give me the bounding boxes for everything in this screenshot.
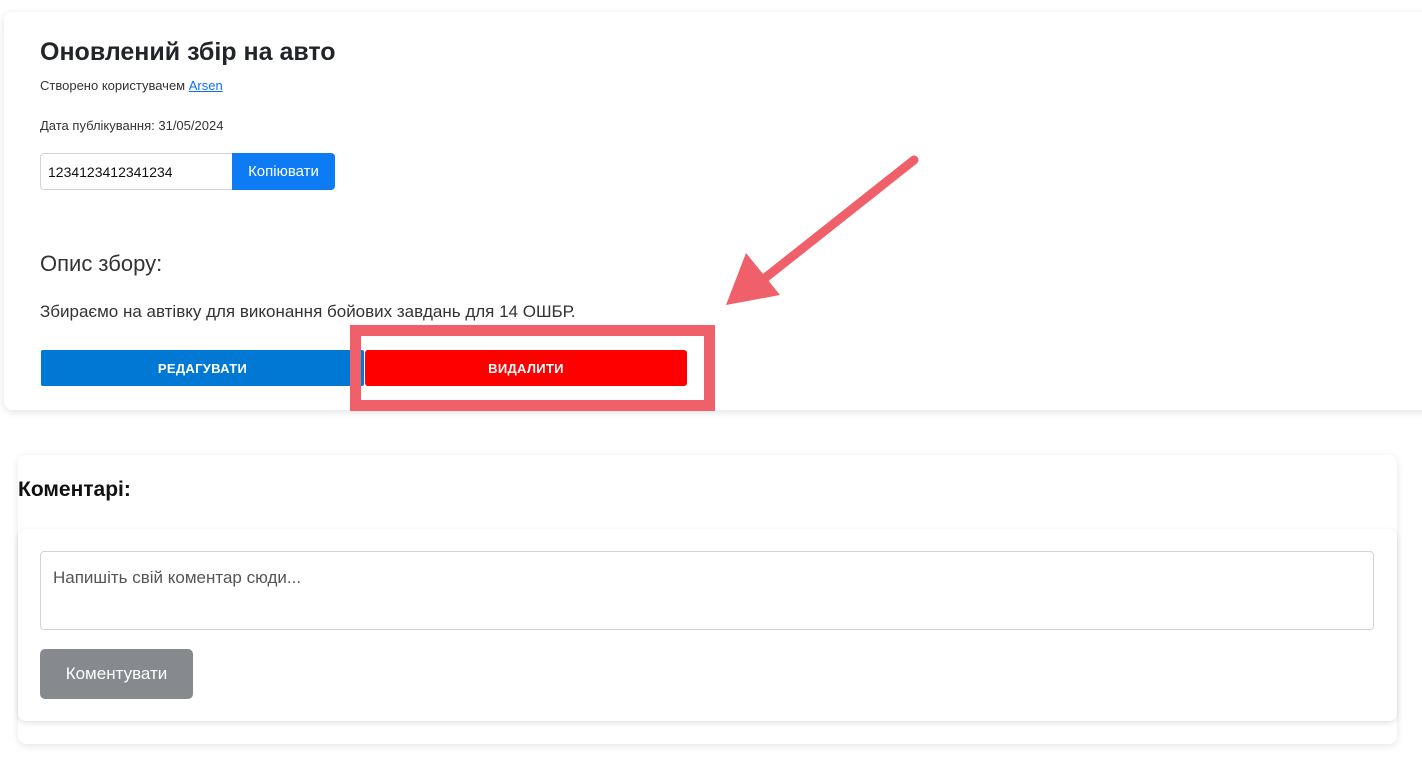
page-title: Оновлений збір на авто (40, 38, 336, 66)
description-text: Збираємо на автівку для виконання бойови… (40, 302, 576, 321)
author-prefix: Створено користувачем (40, 78, 186, 93)
comments-title: Коментарі: (18, 478, 131, 501)
submit-comment-button[interactable]: Коментувати (40, 649, 193, 699)
comment-input[interactable] (40, 551, 1374, 630)
copy-button[interactable]: Копіювати (232, 153, 335, 190)
publish-date: Дата публікування: 31/05/2024 (40, 118, 224, 133)
delete-button[interactable]: ВИДАЛИТИ (365, 350, 687, 386)
author-line: Створено користувачем Arsen (40, 78, 223, 93)
author-link[interactable]: Arsen (189, 78, 223, 93)
description-heading: Опис збору: (40, 251, 163, 276)
edit-button[interactable]: РЕДАГУВАТИ (41, 350, 364, 386)
card-number-input[interactable] (40, 153, 233, 190)
